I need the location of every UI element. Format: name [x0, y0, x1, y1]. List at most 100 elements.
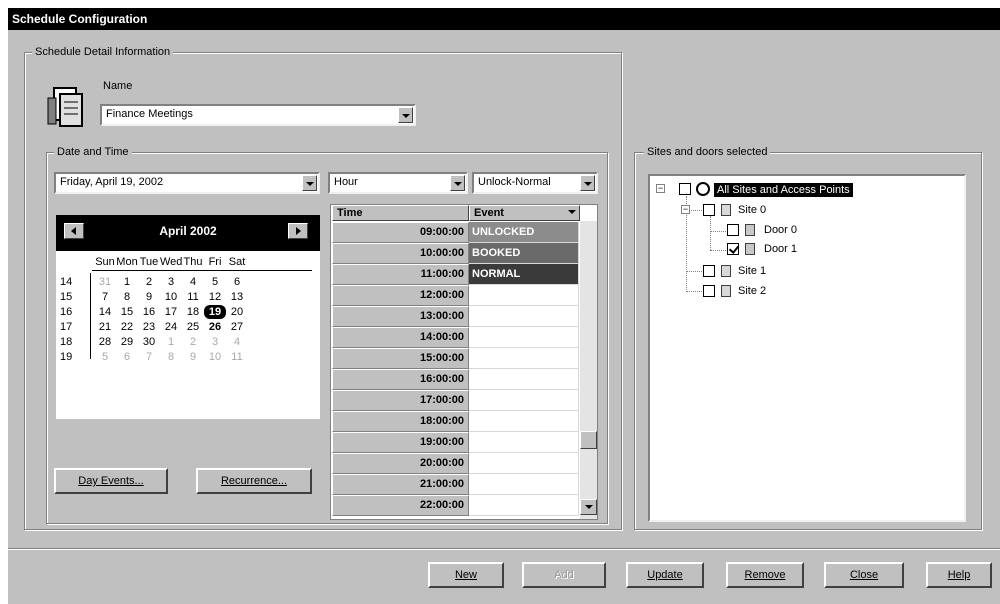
calendar-day[interactable]: 2 [182, 335, 204, 349]
grid-event-cell[interactable] [469, 369, 579, 390]
calendar-day[interactable]: 19 [204, 305, 226, 319]
door1-checkbox[interactable] [727, 243, 739, 255]
calendar-day[interactable]: 11 [182, 290, 204, 304]
grid-time-cell[interactable]: 21:00:00 [332, 474, 469, 495]
calendar-day[interactable]: 3 [204, 335, 226, 349]
interval-combobox[interactable]: Hour [328, 172, 468, 194]
calendar-day[interactable]: 8 [116, 290, 138, 304]
grid-event-cell[interactable]: NORMAL [469, 264, 579, 285]
calendar-day[interactable]: 10 [204, 350, 226, 364]
grid-vertical-scrollbar[interactable] [580, 221, 597, 519]
grid-event-cell[interactable] [469, 411, 579, 432]
tree-item-door-0[interactable]: Door 0 [764, 223, 797, 237]
add-button[interactable]: Add [522, 562, 606, 588]
recurrence-button[interactable]: Recurrence... [196, 468, 312, 494]
calendar-day[interactable]: 27 [226, 320, 248, 334]
calendar-day[interactable]: 4 [182, 275, 204, 289]
tree-item-all-sites[interactable]: All Sites and Access Points [714, 183, 853, 197]
tree-item-site-2[interactable]: Site 2 [738, 284, 766, 298]
scroll-down-button[interactable] [580, 499, 597, 515]
grid-event-cell[interactable] [469, 306, 579, 327]
calendar-day[interactable]: 24 [160, 320, 182, 334]
grid-time-cell[interactable]: 15:00:00 [332, 348, 469, 369]
name-combobox[interactable]: Finance Meetings [100, 104, 416, 126]
grid-event-cell[interactable] [469, 390, 579, 411]
event-column-header[interactable]: Event [469, 205, 580, 221]
grid-event-cell[interactable] [469, 432, 579, 453]
mode-dropdown-arrow-icon[interactable] [580, 175, 595, 191]
next-month-arrow-icon[interactable] [288, 223, 308, 239]
calendar-day[interactable]: 13 [226, 290, 248, 304]
calendar-day[interactable]: 6 [226, 275, 248, 289]
calendar-day[interactable]: 4 [226, 335, 248, 349]
grid-time-cell[interactable]: 14:00:00 [332, 327, 469, 348]
calendar-day[interactable]: 7 [94, 290, 116, 304]
grid-time-cell[interactable]: 11:00:00 [332, 264, 469, 285]
grid-event-cell[interactable] [469, 453, 579, 474]
grid-event-cell[interactable] [469, 474, 579, 495]
time-column-header[interactable]: Time [332, 205, 469, 221]
grid-event-cell[interactable] [469, 285, 579, 306]
calendar-day[interactable]: 12 [204, 290, 226, 304]
calendar-day[interactable]: 18 [182, 305, 204, 319]
calendar-day[interactable]: 23 [138, 320, 160, 334]
calendar-day[interactable]: 22 [116, 320, 138, 334]
event-header-dropdown-icon[interactable] [568, 210, 576, 214]
calendar-day[interactable]: 25 [182, 320, 204, 334]
site0-collapse-icon[interactable]: − [681, 205, 690, 214]
new-button[interactable]: New [428, 562, 504, 588]
calendar-day[interactable]: 17 [160, 305, 182, 319]
grid-time-cell[interactable]: 19:00:00 [332, 432, 469, 453]
root-checkbox[interactable] [679, 183, 691, 195]
calendar-day[interactable]: 29 [116, 335, 138, 349]
calendar-day[interactable]: 5 [94, 350, 116, 364]
grid-time-cell[interactable]: 22:00:00 [332, 495, 469, 516]
door0-checkbox[interactable] [727, 224, 739, 236]
remove-button[interactable]: Remove [726, 562, 804, 588]
calendar-day[interactable]: 28 [94, 335, 116, 349]
calendar-day[interactable]: 31 [94, 275, 116, 289]
site2-checkbox[interactable] [703, 285, 715, 297]
grid-time-cell[interactable]: 17:00:00 [332, 390, 469, 411]
calendar-day[interactable]: 26 [204, 320, 226, 334]
grid-time-cell[interactable]: 13:00:00 [332, 306, 469, 327]
calendar-day[interactable]: 1 [160, 335, 182, 349]
tree-item-door-1[interactable]: Door 1 [764, 242, 797, 256]
calendar-day[interactable]: 9 [182, 350, 204, 364]
calendar-day[interactable]: 2 [138, 275, 160, 289]
close-button[interactable]: Close [824, 562, 904, 588]
help-button[interactable]: Help [926, 562, 992, 588]
scrollbar-thumb[interactable] [580, 431, 597, 449]
grid-event-cell[interactable]: BOOKED [469, 243, 579, 264]
grid-time-cell[interactable]: 12:00:00 [332, 285, 469, 306]
window-title-bar[interactable]: Schedule Configuration [8, 8, 1000, 30]
grid-time-cell[interactable]: 10:00:00 [332, 243, 469, 264]
site1-checkbox[interactable] [703, 265, 715, 277]
site0-checkbox[interactable] [703, 204, 715, 216]
interval-dropdown-arrow-icon[interactable] [450, 175, 465, 191]
tree-item-site-1[interactable]: Site 1 [738, 264, 766, 278]
calendar-day[interactable]: 15 [116, 305, 138, 319]
grid-event-cell[interactable] [469, 495, 579, 516]
grid-event-cell[interactable]: UNLOCKED [469, 222, 579, 243]
calendar-day[interactable]: 10 [160, 290, 182, 304]
date-combobox[interactable]: Friday, April 19, 2002 [54, 172, 320, 194]
day-events-button[interactable]: Day Events... [54, 468, 168, 494]
grid-time-cell[interactable]: 16:00:00 [332, 369, 469, 390]
grid-event-cell[interactable] [469, 327, 579, 348]
calendar-day[interactable]: 11 [226, 350, 248, 364]
mode-combobox[interactable]: Unlock-Normal [472, 172, 598, 194]
calendar-day[interactable]: 1 [116, 275, 138, 289]
grid-time-cell[interactable]: 18:00:00 [332, 411, 469, 432]
calendar-day[interactable]: 3 [160, 275, 182, 289]
calendar-day[interactable]: 8 [160, 350, 182, 364]
calendar-day[interactable]: 16 [138, 305, 160, 319]
calendar-grid[interactable]: Sun Mon Tue Wed Thu Fri Sat 14 31 1 2 3 4 5 6 15 7 8 9 10 11… [56, 251, 320, 419]
calendar-day[interactable]: 6 [116, 350, 138, 364]
calendar-day[interactable]: 30 [138, 335, 160, 349]
grid-event-cell[interactable] [469, 348, 579, 369]
calendar-day[interactable]: 20 [226, 305, 248, 319]
calendar-day[interactable]: 21 [94, 320, 116, 334]
calendar-day[interactable]: 5 [204, 275, 226, 289]
root-collapse-icon[interactable]: − [656, 184, 665, 193]
